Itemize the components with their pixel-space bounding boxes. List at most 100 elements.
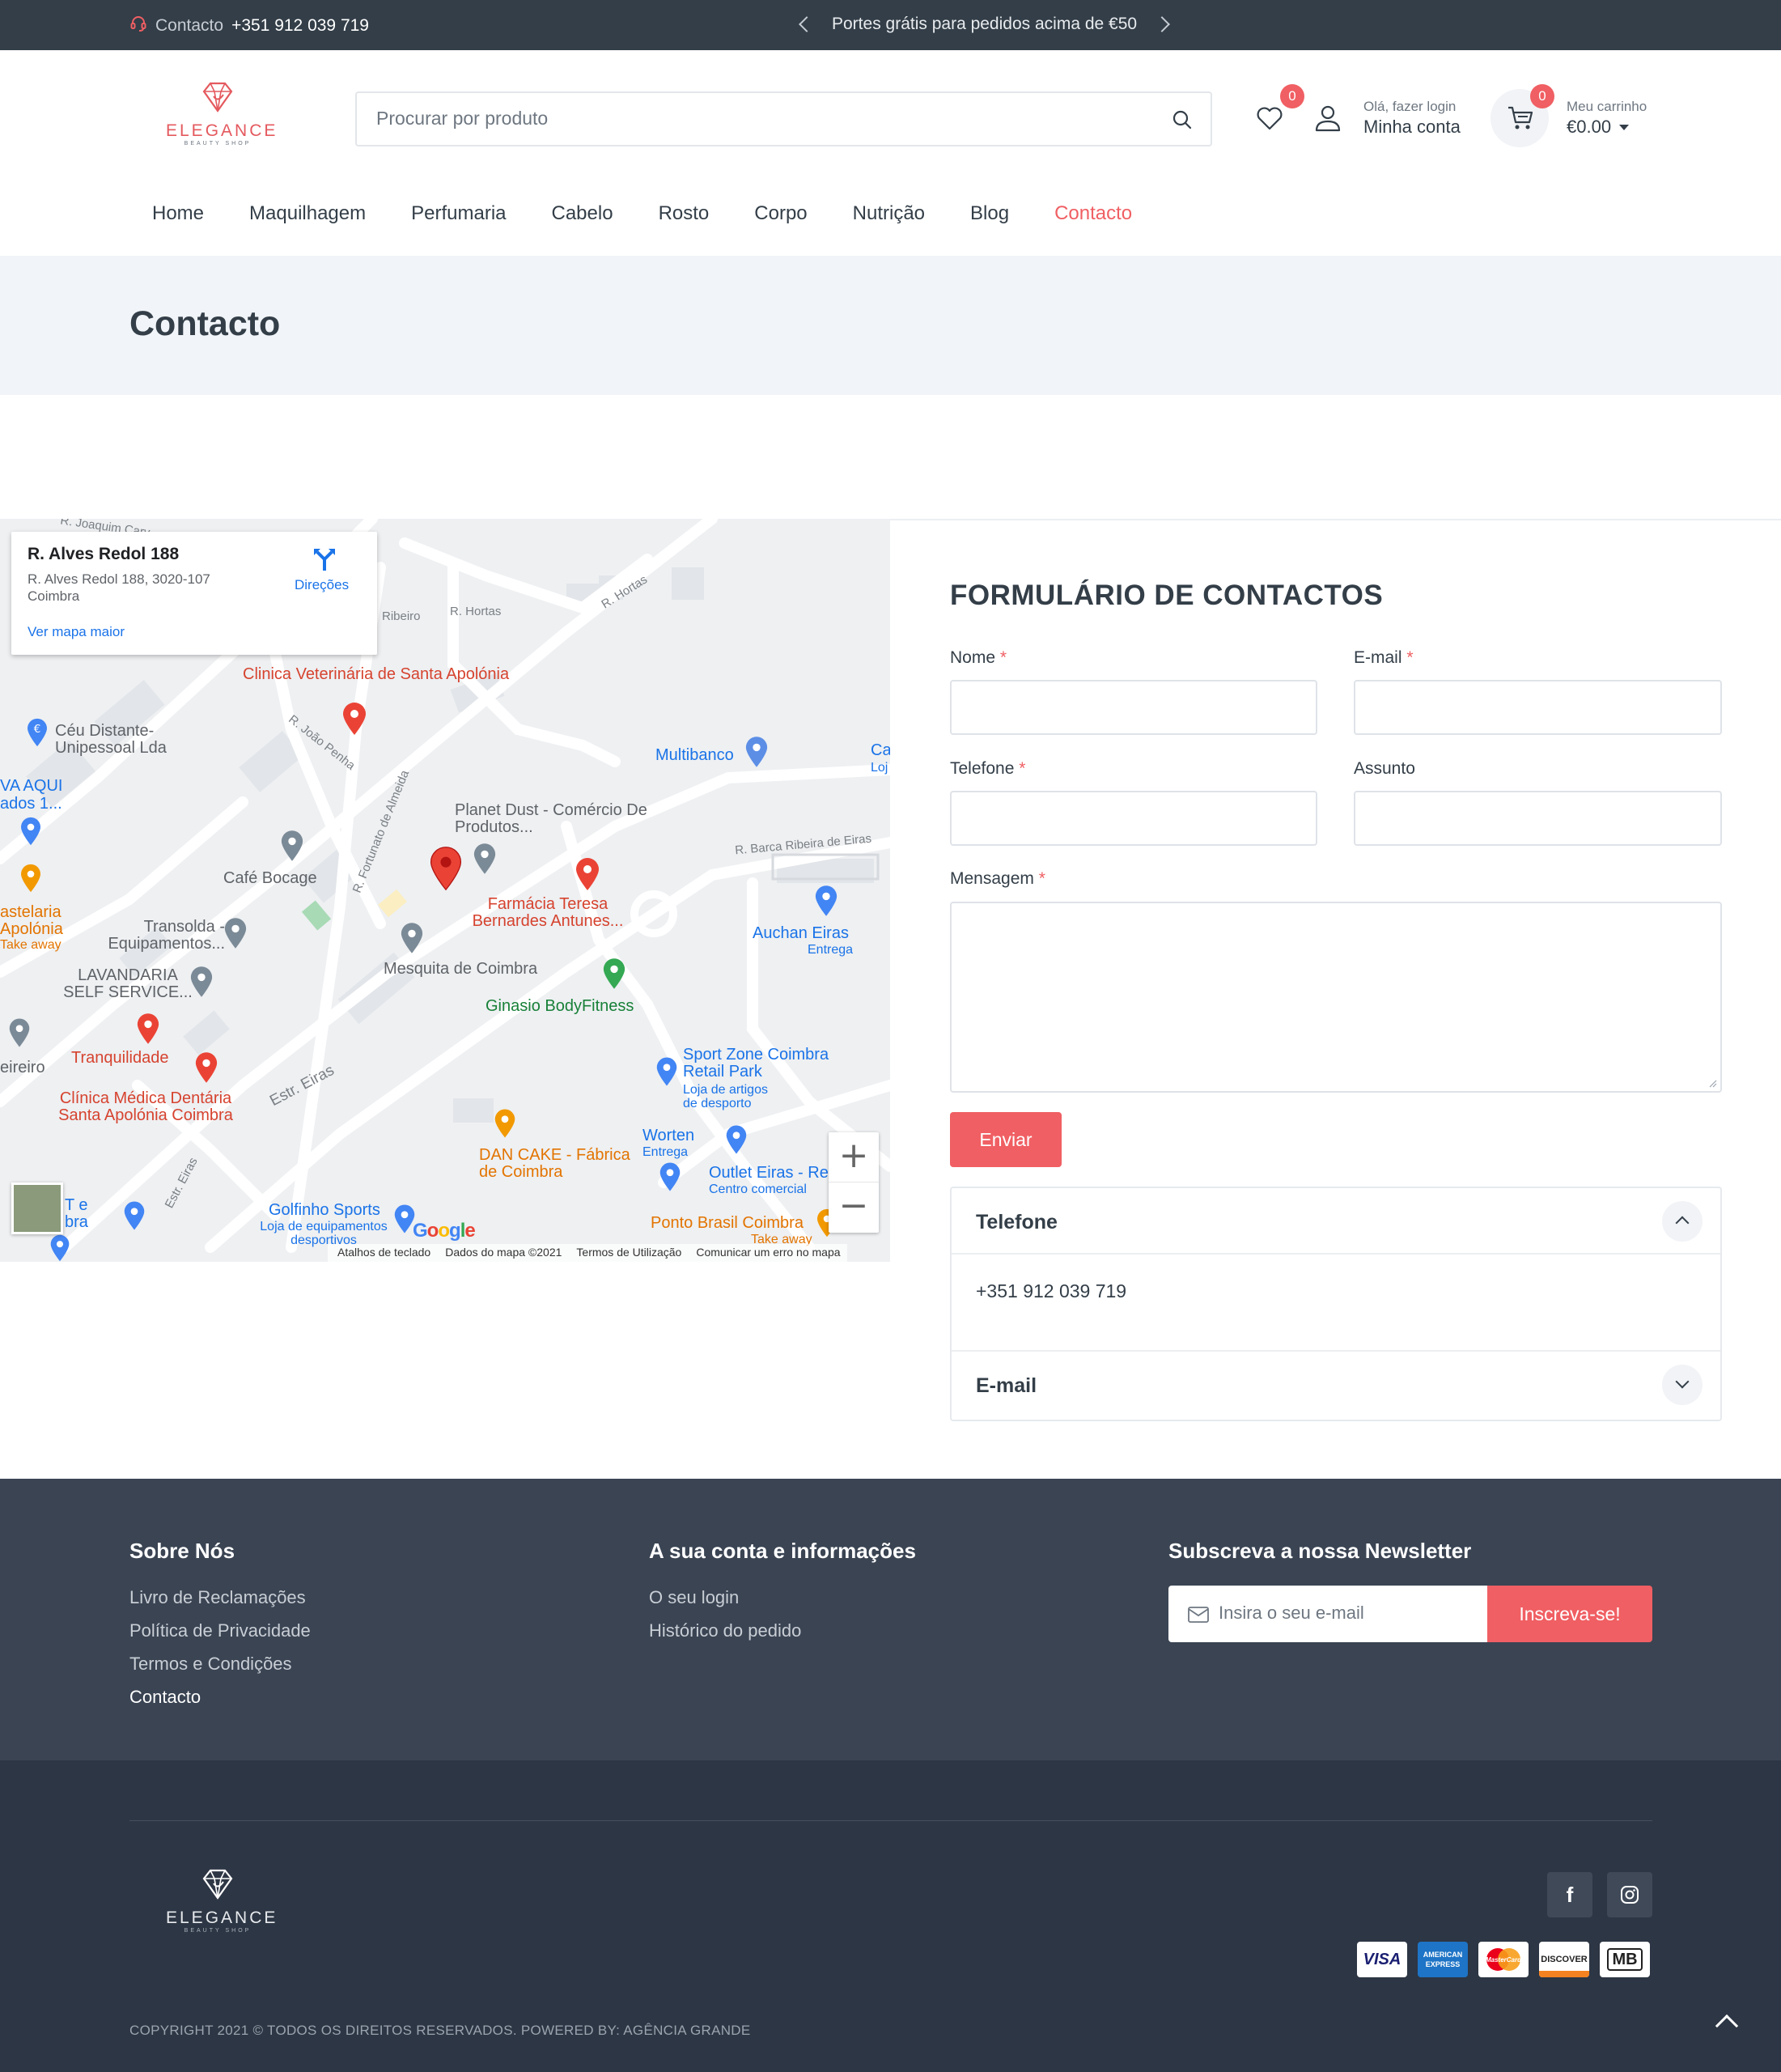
place-label[interactable]: Clinica Veterinária de Santa Apolónia — [243, 666, 509, 683]
google-map[interactable]: R. Joaquim Carv... Ribeiro R. Hortas R. … — [0, 519, 890, 1262]
footer-link[interactable]: Histórico do pedido — [649, 1620, 801, 1641]
place-label[interactable]: Centro comercial — [709, 1182, 807, 1196]
directions-icon[interactable] — [311, 545, 338, 572]
satellite-thumbnail[interactable] — [11, 1182, 63, 1234]
map-pin-icon[interactable] — [49, 1234, 71, 1262]
back-to-top-icon[interactable] — [1715, 2014, 1739, 2038]
facebook-button[interactable]: f — [1547, 1872, 1592, 1917]
chevron-left-icon[interactable] — [799, 16, 815, 32]
place-label[interactable]: Ponto Brasil Coimbra — [651, 1215, 804, 1232]
accordion-email-header[interactable]: E-mail — [976, 1374, 1037, 1398]
footer-link[interactable]: Termos e Condições — [129, 1654, 292, 1675]
map-pin-icon[interactable] — [19, 864, 42, 893]
place-label[interactable]: Auchan Eiras — [753, 925, 849, 942]
phone-field[interactable] — [950, 791, 1317, 846]
nav-item-perfumaria[interactable]: Perfumaria — [388, 202, 528, 225]
message-textarea[interactable] — [950, 902, 1722, 1093]
map-pin-icon[interactable] — [659, 1161, 681, 1192]
search-icon[interactable] — [1172, 109, 1193, 134]
map-pin-icon[interactable] — [814, 885, 838, 917]
place-label[interactable]: Ca — [871, 742, 890, 759]
place-label[interactable]: Transolda - Equipamentos... — [95, 919, 225, 953]
place-label[interactable]: Entrega — [808, 943, 853, 957]
subscribe-button[interactable]: Inscreva-se! — [1487, 1586, 1652, 1642]
view-larger-map-link[interactable]: Ver mapa maior — [28, 624, 125, 640]
location-marker-icon[interactable] — [429, 846, 463, 891]
nav-item-nutricao[interactable]: Nutrição — [830, 202, 948, 225]
nav-item-corpo[interactable]: Corpo — [731, 202, 829, 225]
expand-button[interactable] — [1662, 1365, 1703, 1405]
map-pin-icon[interactable] — [655, 1056, 678, 1087]
place-label[interactable]: bra — [65, 1214, 88, 1231]
place-label[interactable]: Ginasio BodyFitness — [486, 998, 634, 1015]
place-label[interactable]: Entrega — [642, 1145, 688, 1159]
accordion-phone-header[interactable]: Telefone — [976, 1211, 1058, 1234]
name-field[interactable] — [950, 680, 1317, 735]
footer-link[interactable]: Contacto — [129, 1687, 201, 1708]
nav-item-home[interactable]: Home — [129, 202, 227, 225]
place-label[interactable]: Multibanco — [655, 747, 734, 764]
place-label[interactable]: ados 1... — [0, 796, 62, 813]
subject-field[interactable] — [1354, 791, 1722, 846]
topbar-contact-number[interactable]: +351 912 039 719 — [231, 16, 369, 36]
place-label[interactable]: Sport Zone Coimbra Retail Park — [683, 1047, 845, 1081]
instagram-button[interactable] — [1607, 1872, 1652, 1917]
place-label[interactable]: astelaria — [0, 904, 61, 921]
place-label[interactable]: Céu Distante- Unipessoal Lda — [55, 723, 209, 757]
keyboard-shortcuts-link[interactable]: Atalhos de teclado — [337, 1246, 430, 1262]
report-error-link[interactable]: Comunicar um erro no mapa — [696, 1246, 840, 1262]
place-label[interactable]: eireiro — [0, 1059, 45, 1076]
resize-handle-icon[interactable] — [1707, 1078, 1717, 1088]
topbar-contact[interactable]: Contacto +351 912 039 719 — [129, 15, 369, 37]
place-label[interactable]: Outlet Eiras - Re — [709, 1165, 829, 1182]
place-label[interactable]: Worten — [642, 1127, 694, 1144]
map-pin-icon[interactable] — [280, 830, 304, 862]
place-label[interactable]: Clínica Médica Dentária Santa Apolónia C… — [49, 1090, 243, 1124]
map-pin-icon[interactable] — [19, 817, 42, 846]
zoom-in-button[interactable]: + — [829, 1132, 879, 1182]
map-pin-icon[interactable] — [602, 957, 626, 990]
footer-link[interactable]: Política de Privacidade — [129, 1620, 311, 1641]
place-label[interactable]: DAN CAKE - Fábrica de Coimbra — [479, 1147, 641, 1181]
nav-item-rosto[interactable]: Rosto — [636, 202, 732, 225]
user-icon[interactable] — [1314, 104, 1342, 137]
map-pin-icon[interactable] — [473, 843, 497, 875]
nav-item-blog[interactable]: Blog — [948, 202, 1032, 225]
search-input[interactable] — [376, 108, 1153, 130]
footer-link[interactable]: O seu login — [649, 1587, 739, 1608]
place-label[interactable]: LAVANDARIA SELF SERVICE... — [63, 967, 193, 1001]
map-pin-icon[interactable] — [223, 917, 248, 949]
collapse-button[interactable] — [1662, 1201, 1703, 1242]
map-pin-icon[interactable] — [725, 1124, 748, 1155]
place-label[interactable]: Golfinho Sports — [269, 1202, 380, 1219]
map-pin-icon[interactable] — [575, 857, 600, 891]
place-label[interactable]: Loja de artigos de desporto — [683, 1083, 780, 1110]
map-pin-icon[interactable] — [494, 1108, 516, 1139]
chevron-right-icon[interactable] — [1154, 16, 1170, 32]
place-label[interactable]: Café Bocage — [223, 870, 317, 887]
place-label[interactable]: Farmácia Teresa Bernardes Antunes... — [455, 896, 641, 930]
map-pin-icon[interactable] — [123, 1200, 146, 1231]
account-link[interactable]: Minha conta — [1363, 117, 1461, 138]
map-pin-icon[interactable] — [8, 1017, 31, 1048]
zoom-out-button[interactable]: − — [829, 1182, 879, 1233]
place-label[interactable]: Planet Dust - Comércio De Produtos... — [455, 802, 657, 836]
footer-logo[interactable]: ELEGANCE BEAUTY SHOP — [166, 1866, 275, 1934]
nav-item-maquilhagem[interactable]: Maquilhagem — [227, 202, 388, 225]
cart-total[interactable]: €0.00 — [1567, 117, 1630, 138]
directions-link[interactable]: Direções — [295, 577, 349, 593]
place-label[interactable]: Loj — [871, 761, 888, 775]
footer-link[interactable]: Livro de Reclamações — [129, 1587, 306, 1608]
site-logo[interactable]: ELEGANCE BEAUTY SHOP — [166, 79, 275, 146]
map-pin-icon[interactable] — [341, 702, 367, 736]
nav-item-contacto[interactable]: Contacto — [1032, 202, 1155, 225]
map-pin-icon[interactable] — [194, 1051, 218, 1084]
heart-icon[interactable] — [1256, 105, 1283, 135]
place-label[interactable]: VA AQUI — [0, 778, 62, 795]
place-label[interactable]: Apolónia — [0, 921, 63, 938]
nav-item-cabelo[interactable]: Cabelo — [529, 202, 636, 225]
submit-button[interactable]: Enviar — [950, 1112, 1062, 1167]
map-pin-icon[interactable] — [189, 966, 214, 998]
place-label[interactable]: Mesquita de Coimbra — [384, 961, 537, 978]
map-pin-icon[interactable] — [744, 736, 769, 768]
